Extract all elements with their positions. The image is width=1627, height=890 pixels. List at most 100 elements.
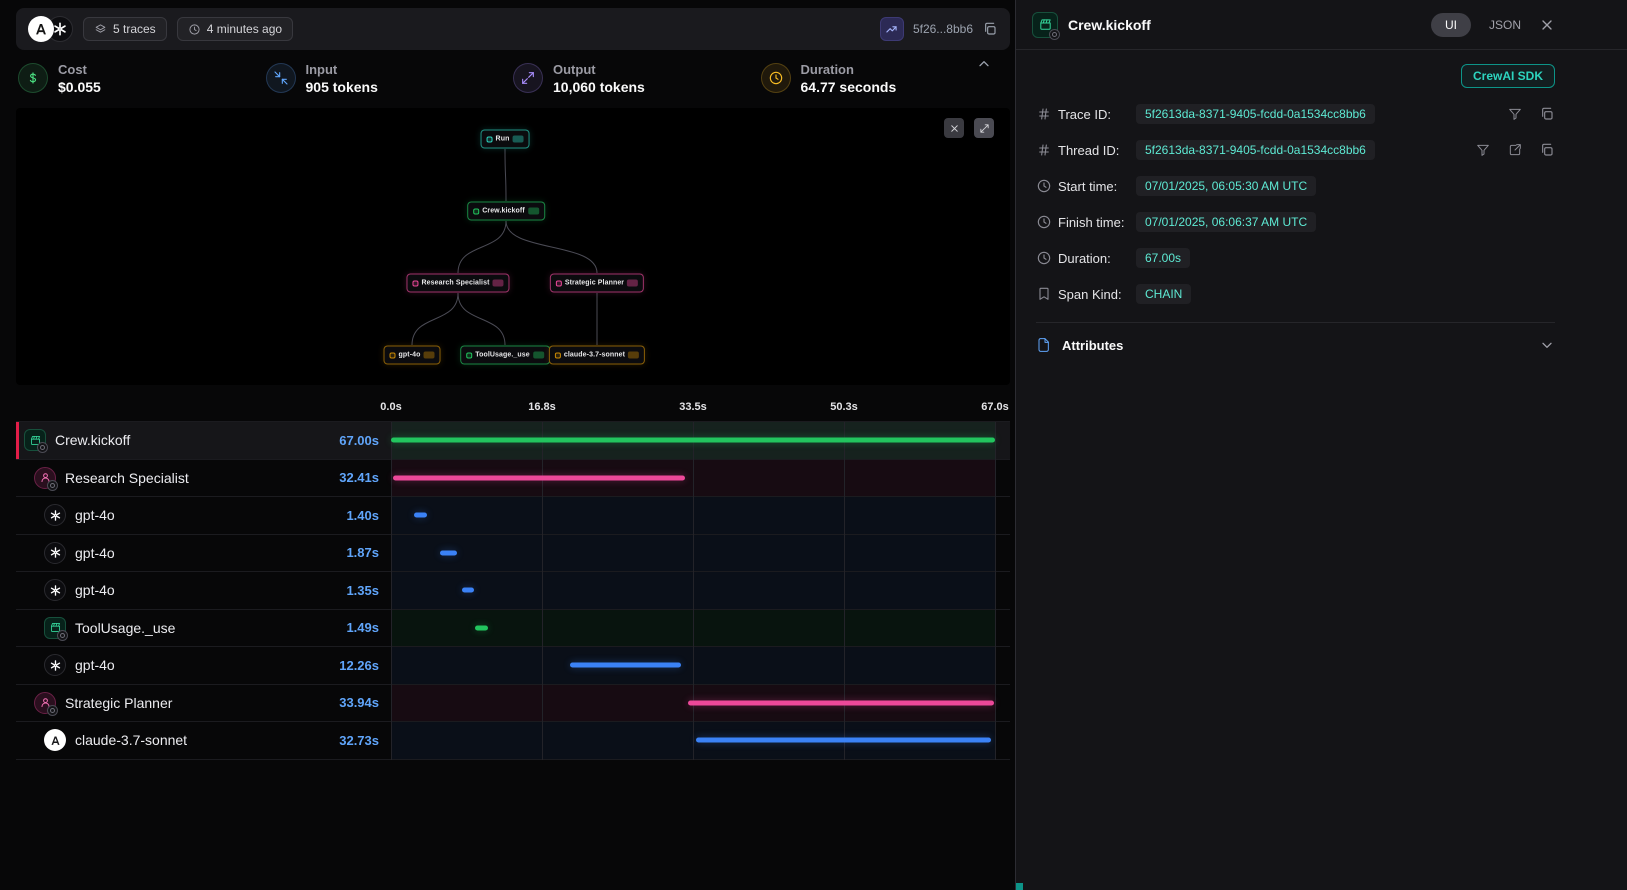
span-duration: 67.00s	[339, 433, 379, 448]
span-bar	[391, 438, 995, 443]
span-bar-track	[391, 722, 995, 759]
clock-icon	[1036, 250, 1052, 266]
span-duration: 1.35s	[346, 583, 379, 598]
trace-topbar: 5 traces 4 minutes ago 5f26...8bb6	[16, 8, 1010, 50]
external-icon[interactable]	[1507, 142, 1523, 158]
graph-node-label: claude-3.7-sonnet	[564, 352, 625, 359]
span-row-2[interactable]: gpt-4o1.40s	[16, 497, 1010, 535]
graph-node-dot-icon	[556, 280, 562, 286]
graph-node-claude-3-7-sonnet[interactable]: claude-3.7-sonnet	[549, 346, 645, 365]
copy-icon[interactable]	[982, 21, 998, 37]
tab-json[interactable]: JSON	[1489, 18, 1521, 32]
graph-node-dot-icon	[487, 136, 493, 142]
span-row-1[interactable]: Research Specialist 32.41s	[16, 460, 1010, 498]
graph-node-run[interactable]: Run	[481, 130, 530, 149]
attributes-section-toggle[interactable]: Attributes	[1036, 323, 1555, 367]
time-ago-badge: 4 minutes ago	[177, 17, 293, 41]
bookmark-icon	[1036, 286, 1052, 302]
span-row-8[interactable]: claude-3.7-sonnet32.73s	[16, 722, 1010, 760]
span-title: Crew.kickoff	[1068, 17, 1151, 33]
copy-icon[interactable]	[1539, 142, 1555, 158]
span-duration: 1.40s	[346, 508, 379, 523]
hash-icon	[1036, 142, 1052, 158]
close-sidebar-button[interactable]	[1539, 17, 1555, 33]
field-value: 5f2613da-8371-9405-fcdd-0a1534cc8bb6	[1136, 140, 1375, 160]
graph-node-label: Crew.kickoff	[482, 208, 525, 215]
span-row-7[interactable]: Strategic Planner33.94s	[16, 685, 1010, 723]
span-duration: 32.41s	[339, 470, 379, 485]
openai-logo-icon	[44, 542, 66, 564]
span-name: gpt-4o	[75, 545, 115, 561]
stat-duration: Duration64.77 seconds	[761, 62, 1009, 95]
field-label: Span Kind:	[1058, 287, 1130, 302]
layers-icon	[94, 23, 107, 36]
span-name: Crew.kickoff	[55, 432, 130, 448]
span-row-0[interactable]: Crew.kickoff 67.00s	[16, 422, 1010, 460]
chevron-down-icon[interactable]	[1539, 337, 1555, 353]
field-finish-time: Finish time:07/01/2025, 06:06:37 AM UTC	[1036, 204, 1555, 240]
span-row-5[interactable]: ToolUsage._use 1.49s	[16, 610, 1010, 648]
crew-icon	[24, 429, 46, 451]
span-bar	[414, 513, 427, 518]
span-bar	[688, 700, 994, 705]
traces-count-badge[interactable]: 5 traces	[83, 17, 167, 41]
agentops-badge-icon	[57, 630, 68, 641]
agentops-badge-icon	[37, 442, 48, 453]
graph-node-gpt-4o[interactable]: gpt-4o	[384, 346, 441, 365]
tab-ui[interactable]: UI	[1431, 13, 1471, 37]
agentops-badge-icon	[1049, 29, 1060, 40]
span-row-3[interactable]: gpt-4o 1.87s	[16, 535, 1010, 573]
stats-section: Cost$0.055Input905 tokensOutput10,060 to…	[16, 50, 1010, 106]
graph-node-strategic-planner[interactable]: Strategic Planner	[550, 274, 644, 293]
time-tick: 50.3s	[830, 401, 858, 413]
collapse-stats-button[interactable]	[976, 56, 992, 72]
resize-handle[interactable]	[1016, 883, 1023, 890]
metrics-chart-button[interactable]	[880, 17, 904, 41]
stat-value: 905 tokens	[306, 79, 378, 95]
graph-node-dot-icon	[473, 208, 479, 214]
filter-icon[interactable]	[1475, 142, 1491, 158]
graph-node-dot-icon	[412, 280, 418, 286]
sdk-row: CrewAI SDK	[1036, 64, 1555, 88]
span-duration: 1.87s	[346, 545, 379, 560]
span-row-4[interactable]: gpt-4o 1.35s	[16, 572, 1010, 610]
graph-node-research-specialist[interactable]: Research Specialist	[406, 274, 509, 293]
graph-node-label: Run	[496, 136, 510, 143]
anthropic-logo-icon	[28, 16, 54, 42]
stat-input: Input905 tokens	[266, 62, 514, 95]
trace-overview-panel: 5 traces 4 minutes ago 5f26...8bb6 Cost$…	[0, 0, 1015, 890]
graph-node-crew-kickoff[interactable]: Crew.kickoff	[467, 202, 545, 221]
span-bar-track	[391, 685, 995, 722]
copy-icon[interactable]	[1539, 106, 1555, 122]
time-ago-label: 4 minutes ago	[207, 22, 282, 36]
span-duration: 33.94s	[339, 695, 379, 710]
sidebar-header: Crew.kickoff UI JSON	[1016, 0, 1627, 50]
graph-node-dot-icon	[390, 352, 396, 358]
time-tick: 16.8s	[528, 401, 556, 413]
attributes-label: Attributes	[1062, 338, 1123, 353]
span-row-6[interactable]: gpt-4o12.26s	[16, 647, 1010, 685]
graph-close-button[interactable]	[944, 118, 964, 138]
graph-expand-button[interactable]	[974, 118, 994, 138]
span-name: gpt-4o	[75, 582, 115, 598]
field-label: Start time:	[1058, 179, 1130, 194]
stat-output: Output10,060 tokens	[513, 62, 761, 95]
span-bar-track	[391, 647, 995, 684]
sidebar-fields: Trace ID:5f2613da-8371-9405-fcdd-0a1534c…	[1036, 96, 1555, 312]
graph-node-toolusage[interactable]: ToolUsage._use	[460, 346, 550, 365]
graph-node-chip	[627, 280, 638, 287]
sidebar-tabs: UI JSON	[1431, 13, 1555, 37]
field-actions	[1475, 142, 1555, 158]
provider-avatars	[28, 16, 73, 42]
agent-icon	[34, 467, 56, 489]
span-bar	[475, 625, 488, 630]
span-bar-track	[391, 610, 995, 647]
agentops-badge-icon	[47, 480, 58, 491]
filter-icon[interactable]	[1507, 106, 1523, 122]
span-bar	[570, 663, 681, 668]
span-name: Research Specialist	[65, 470, 189, 486]
span-duration: 1.49s	[346, 620, 379, 635]
span-name: ToolUsage._use	[75, 620, 175, 636]
span-bar-track	[391, 422, 995, 459]
crew-icon	[44, 617, 66, 639]
